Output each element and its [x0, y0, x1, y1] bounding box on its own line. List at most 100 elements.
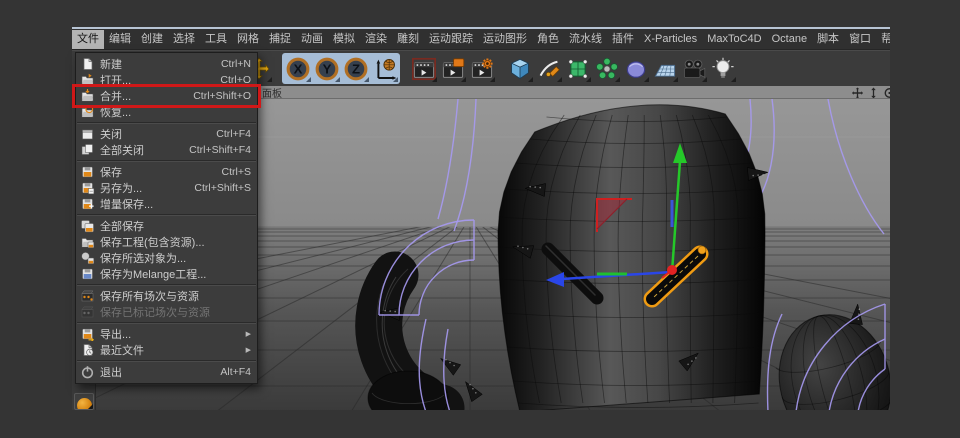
menu-item-label: 全部保存 — [100, 221, 144, 233]
file-menu-item-15[interactable]: 保存为Melange工程... — [76, 266, 257, 282]
render-view-icon — [411, 57, 436, 80]
menu-item-label: 恢复... — [100, 107, 132, 119]
menubar-item-6[interactable]: 捕捉 — [264, 30, 296, 49]
file-menu-item-13[interactable]: 保存工程(包含资源)... — [76, 234, 257, 250]
add-floor-button[interactable] — [650, 54, 679, 83]
menu-item-label: 关闭 — [100, 129, 122, 141]
palette-bottom-button[interactable] — [74, 393, 94, 410]
menubar-item-15[interactable]: 插件 — [607, 30, 639, 49]
file-menu-item-8[interactable]: 保存 Ctrl+S — [76, 164, 257, 180]
toolbar-group-2 — [409, 54, 496, 83]
save-selected-icon — [80, 251, 97, 265]
orange-sphere-icon — [77, 398, 92, 409]
coordinate-system-icon — [376, 58, 396, 80]
menu-item-label: 打开... — [100, 75, 132, 87]
merge-icon — [80, 89, 97, 103]
menubar-item-20[interactable]: 窗口 — [844, 30, 876, 49]
menu-item-label: 保存已标记场次与资源 — [100, 307, 210, 319]
menu-item-label: 最近文件 — [100, 345, 144, 357]
axis-y-lock-icon: Y — [315, 57, 338, 80]
add-spline-button[interactable] — [534, 54, 563, 83]
add-camera-icon — [683, 59, 705, 78]
file-menu-item-10[interactable]: 增量保存... — [76, 196, 257, 212]
menubar-item-10[interactable]: 雕刻 — [392, 30, 424, 49]
menu-item-shortcut: Ctrl+F4 — [216, 128, 251, 140]
file-menu-item-21[interactable]: 最近文件 ▶ — [76, 342, 257, 358]
axis-z-lock-icon: Z — [344, 57, 367, 80]
viewport-nav-controls — [848, 86, 890, 98]
close-icon — [80, 127, 97, 141]
add-light-icon — [711, 57, 734, 78]
menubar-item-8[interactable]: 模拟 — [328, 30, 360, 49]
menubar-item-16[interactable]: X-Particles — [639, 30, 702, 49]
add-spline-icon — [539, 60, 560, 77]
menubar-item-1[interactable]: 编辑 — [104, 30, 136, 49]
toolbar-group-3 — [505, 54, 737, 83]
save-takes-icon — [80, 289, 97, 303]
add-deformer-icon — [626, 60, 645, 78]
menubar-item-13[interactable]: 角色 — [532, 30, 564, 49]
menubar-item-7[interactable]: 动画 — [296, 30, 328, 49]
coordinate-system-button[interactable] — [370, 54, 399, 83]
file-menu-item-23[interactable]: 退出 Alt+F4 — [76, 364, 257, 380]
menu-separator — [77, 284, 256, 286]
render-view-button[interactable] — [409, 54, 438, 83]
svg-text:X: X — [293, 61, 302, 76]
menubar-item-14[interactable]: 流水线 — [564, 30, 607, 49]
add-deformer-button[interactable] — [621, 54, 650, 83]
menubar-item-12[interactable]: 运动图形 — [478, 30, 532, 49]
save-project-icon — [80, 235, 97, 249]
file-menu-item-6[interactable]: 全部关闭 Ctrl+Shift+F4 — [76, 142, 257, 158]
recent-icon — [80, 343, 97, 357]
file-menu-item-14[interactable]: 保存所选对象为... — [76, 250, 257, 266]
viewport-menu-panel[interactable]: 面板 — [262, 86, 282, 99]
axis-y-lock-button[interactable]: Y — [312, 54, 341, 83]
file-menu-item-20[interactable]: 导出... ▶ — [76, 326, 257, 342]
menu-item-label: 另存为... — [100, 183, 143, 195]
menubar-item-0[interactable]: 文件 — [72, 29, 104, 49]
menubar-item-3[interactable]: 选择 — [168, 30, 200, 49]
dolly-icon[interactable] — [867, 86, 880, 98]
render-settings-button[interactable] — [467, 54, 496, 83]
file-menu-item-5[interactable]: 关闭 Ctrl+F4 — [76, 126, 257, 142]
file-menu-item-2[interactable]: 合并... Ctrl+Shift+O — [72, 84, 261, 108]
render-region-button[interactable] — [438, 54, 467, 83]
add-generator-button[interactable] — [563, 54, 592, 83]
menu-item-label: 新建 — [100, 59, 122, 71]
add-camera-button[interactable] — [679, 54, 708, 83]
open-icon — [80, 73, 97, 87]
menubar-item-2[interactable]: 创建 — [136, 30, 168, 49]
add-array-button[interactable] — [592, 54, 621, 83]
file-menu-item-3[interactable]: 恢复... — [76, 104, 257, 120]
menubar-item-19[interactable]: 脚本 — [812, 30, 844, 49]
file-menu-item-9[interactable]: 另存为... Ctrl+Shift+S — [76, 180, 257, 196]
file-menu-item-17[interactable]: 保存所有场次与资源 — [76, 288, 257, 304]
add-light-button[interactable] — [708, 54, 737, 83]
menubar-item-9[interactable]: 渲染 — [360, 30, 392, 49]
svg-text:Y: Y — [322, 61, 331, 76]
menu-item-label: 退出 — [100, 367, 122, 379]
gizmo-origin[interactable] — [667, 265, 677, 275]
file-menu-item-18[interactable]: 保存已标记场次与资源 — [76, 304, 257, 320]
menubar-item-21[interactable]: 帮助 — [876, 30, 890, 49]
file-menu-item-0[interactable]: 新建 Ctrl+N — [76, 56, 257, 72]
menu-item-shortcut: Alt+F4 — [220, 366, 251, 378]
menubar-item-5[interactable]: 网格 — [232, 30, 264, 49]
file-menu-item-12[interactable]: 全部保存 — [76, 218, 257, 234]
render-region-icon — [442, 57, 464, 78]
menubar-item-17[interactable]: MaxToC4D — [702, 30, 766, 49]
menu-item-shortcut: Ctrl+S — [221, 166, 251, 178]
pan-icon[interactable] — [851, 86, 864, 98]
menu-separator — [77, 322, 256, 324]
file-menu-item-1[interactable]: 打开... Ctrl+O — [76, 72, 257, 88]
axis-x-lock-button[interactable]: X — [283, 54, 312, 83]
rotate-icon[interactable] — [883, 86, 890, 98]
menubar-item-4[interactable]: 工具 — [200, 30, 232, 49]
menubar-item-11[interactable]: 运动跟踪 — [424, 30, 478, 49]
add-floor-icon — [654, 64, 675, 77]
menubar-item-18[interactable]: Octane — [767, 30, 812, 49]
axis-z-lock-button[interactable]: Z — [341, 54, 370, 83]
file-menu-popup: 新建 Ctrl+N 打开... Ctrl+O 合并... Ctrl+Shift+O 恢复..… — [72, 52, 261, 384]
add-cube-button[interactable] — [505, 54, 534, 83]
export-icon — [80, 327, 97, 341]
